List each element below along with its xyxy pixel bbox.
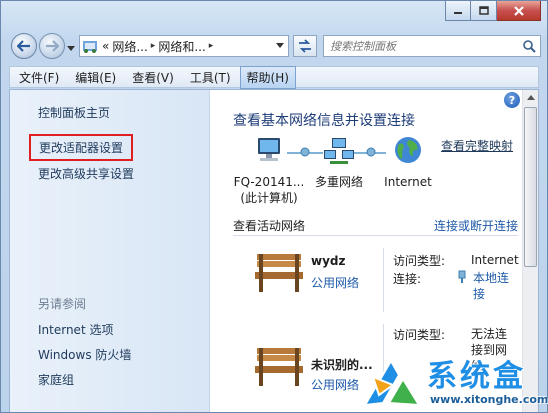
- watermark-brand: 系统盒: [427, 359, 526, 394]
- sidebar-link-advanced-sharing[interactable]: 更改高级共享设置: [38, 165, 134, 182]
- access-type-label: 访问类型:: [393, 254, 446, 268]
- connection-value-link-cont[interactable]: 接: [473, 286, 485, 302]
- page-title: 查看基本网络信息并设置连接: [233, 113, 415, 129]
- menu-view[interactable]: 查看(V): [125, 66, 181, 89]
- active-networks-label: 查看活动网络: [233, 219, 306, 233]
- maximize-icon: [478, 6, 489, 15]
- see-also-header: 另请参阅: [38, 297, 87, 311]
- scroll-up-button[interactable]: [523, 90, 538, 106]
- scroll-thumb[interactable]: [524, 107, 537, 267]
- map-node-computer-sub: (此计算机): [240, 191, 298, 205]
- refresh-icon: [299, 39, 311, 53]
- search-icon: [523, 40, 536, 53]
- address-bar[interactable]: « 网络... ▸ 网络和... ▸: [79, 35, 289, 57]
- connection-label: 连接:: [393, 272, 422, 286]
- back-button[interactable]: [11, 33, 37, 59]
- menu-help[interactable]: 帮助(H): [239, 65, 296, 89]
- sidebar: 控制面板主页 更改适配器设置 更改高级共享设置 另请参阅 Internet 选项…: [10, 90, 210, 412]
- connection-link-icon: [366, 147, 376, 157]
- search-box[interactable]: [323, 35, 541, 57]
- maximize-button[interactable]: [471, 1, 497, 21]
- menu-edit[interactable]: 编辑(E): [68, 66, 123, 89]
- public-network-bench-icon: [255, 348, 303, 386]
- sidebar-link-change-adapter[interactable]: 更改适配器设置: [29, 134, 134, 161]
- search-input[interactable]: [324, 37, 518, 55]
- menu-tools[interactable]: 工具(T): [183, 66, 238, 89]
- control-panel-window: « 网络... ▸ 网络和... ▸ 文件(F) 编辑(E) 查看(V) 工具(…: [0, 0, 548, 413]
- globe-icon: [395, 137, 421, 163]
- search-button[interactable]: [518, 39, 540, 53]
- breadcrumb-network[interactable]: 网络...: [112, 38, 147, 55]
- network-icon: [324, 138, 354, 164]
- connect-disconnect-link[interactable]: 连接或断开连接: [434, 217, 518, 234]
- access-type-value: Internet: [471, 253, 519, 267]
- address-prefix: «: [102, 39, 110, 53]
- access-type-label: 访问类型:: [393, 328, 446, 342]
- network-type-link[interactable]: 公用网络: [311, 274, 359, 291]
- forward-button[interactable]: [39, 33, 65, 59]
- help-icon: ?: [508, 93, 516, 107]
- watermark: 系统盒 www.xitonghe.com: [357, 351, 548, 413]
- network-name: wydz: [311, 254, 346, 268]
- active-network-wydz: wydz 公用网络 访问类型: Internet 连接: 本地连 接: [233, 248, 533, 312]
- access-type-value: 无法连: [471, 327, 508, 341]
- chevron-up-icon: [526, 95, 535, 100]
- breadcrumb-separator-icon[interactable]: ▸: [209, 41, 214, 51]
- refresh-button[interactable]: [293, 35, 317, 57]
- sidebar-link-internet-options[interactable]: Internet 选项: [38, 321, 113, 338]
- address-dropdown-button[interactable]: [272, 36, 288, 56]
- help-button[interactable]: ?: [504, 92, 520, 108]
- sidebar-link-firewall[interactable]: Windows 防火墙: [38, 346, 131, 363]
- chevron-down-icon: [67, 46, 75, 51]
- computer-icon: [258, 138, 280, 161]
- connection-value-link[interactable]: 本地连: [473, 270, 509, 286]
- navigation-bar: « 网络... ▸ 网络和... ▸: [9, 31, 541, 61]
- minimize-icon: [454, 11, 462, 14]
- map-node-network: 多重网络: [309, 136, 369, 190]
- watermark-url: www.xitonghe.com: [430, 393, 548, 406]
- public-network-bench-icon: [255, 254, 303, 292]
- map-node-internet-name: Internet: [384, 175, 432, 189]
- close-icon: [513, 5, 524, 16]
- full-map-link[interactable]: 查看完整映射: [441, 137, 513, 154]
- arrow-left-icon: [17, 40, 30, 52]
- menu-bar: 文件(F) 编辑(E) 查看(V) 工具(T) 帮助(H): [9, 65, 539, 89]
- network-type-link[interactable]: 公用网络: [311, 376, 359, 393]
- map-node-computer-name: FQ-20141...: [233, 175, 305, 189]
- section-divider: [233, 235, 518, 236]
- minimize-button[interactable]: [445, 1, 471, 21]
- network-folder-icon: [83, 41, 97, 53]
- map-node-computer: FQ-20141... (此计算机): [229, 136, 309, 206]
- caption-buttons: [445, 1, 541, 21]
- sidebar-link-homegroup[interactable]: 家庭组: [38, 371, 74, 388]
- brand-logo-icon: [363, 359, 421, 407]
- chevron-down-icon: [276, 43, 284, 48]
- network-adapter-icon: [458, 270, 466, 283]
- arrow-right-icon: [46, 40, 59, 52]
- map-node-internet: Internet: [377, 136, 439, 190]
- breadcrumb-separator-icon[interactable]: ▸: [151, 41, 156, 51]
- column-divider: [383, 248, 384, 312]
- close-button[interactable]: [497, 1, 541, 21]
- sidebar-link-home[interactable]: 控制面板主页: [38, 104, 110, 121]
- menu-file[interactable]: 文件(F): [12, 66, 66, 89]
- map-node-network-name: 多重网络: [314, 175, 363, 189]
- recent-pages-dropdown[interactable]: [67, 41, 75, 55]
- breadcrumb-network-sharing[interactable]: 网络和...: [158, 38, 205, 55]
